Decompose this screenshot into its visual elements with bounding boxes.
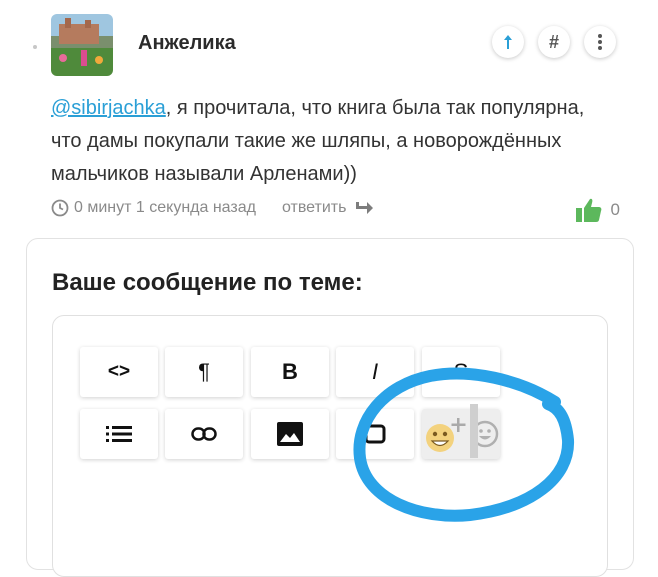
bold-button[interactable]: B <box>251 347 329 397</box>
image-icon <box>277 422 303 446</box>
emoji-add-button[interactable] <box>422 409 500 459</box>
clock-icon <box>51 199 69 217</box>
link-button[interactable] <box>165 409 243 459</box>
post-time: 0 минут 1 секунда назад <box>74 199 256 216</box>
share-icon <box>504 35 512 49</box>
embed-button[interactable] <box>336 409 414 459</box>
more-button[interactable] <box>584 26 616 58</box>
reply-label: ответить <box>281 199 347 216</box>
list-icon <box>106 426 132 442</box>
italic-button[interactable]: I <box>336 347 414 397</box>
strikethrough-button[interactable]: S <box>422 347 500 397</box>
thumbs-up-icon[interactable] <box>575 197 603 223</box>
more-vertical-icon <box>598 34 602 50</box>
author-name[interactable]: Анжелика <box>138 32 236 55</box>
paragraph-button[interactable]: ¶ <box>165 347 243 397</box>
hashtag-button[interactable]: # <box>538 26 570 58</box>
composer-title: Ваше сообщение по теме: <box>52 269 363 296</box>
avatar[interactable] <box>51 14 113 76</box>
reply-composer: Ваше сообщение по теме: <box>26 238 634 577</box>
reply-button[interactable]: ответить <box>282 199 375 217</box>
post-meta: 0 минут 1 секунда назад ответить <box>51 199 374 217</box>
post-text: @sibirjachka, я прочитала, что книга был… <box>51 92 611 191</box>
emoji-add-icon <box>426 418 466 452</box>
code-button[interactable]: <> <box>80 347 158 397</box>
post-actions: # <box>492 26 616 58</box>
mention-link[interactable]: @sibirjachka <box>51 97 166 119</box>
embed-icon <box>364 424 386 444</box>
reply-arrow-icon <box>356 202 374 214</box>
like-count: 0 <box>610 200 620 219</box>
toolbar-scrollbar[interactable] <box>470 404 478 458</box>
like-widget[interactable]: 0 <box>575 197 620 223</box>
share-button[interactable] <box>492 26 524 58</box>
link-icon <box>191 427 217 441</box>
image-button[interactable] <box>251 409 329 459</box>
status-dot <box>33 45 37 49</box>
list-button[interactable] <box>80 409 158 459</box>
